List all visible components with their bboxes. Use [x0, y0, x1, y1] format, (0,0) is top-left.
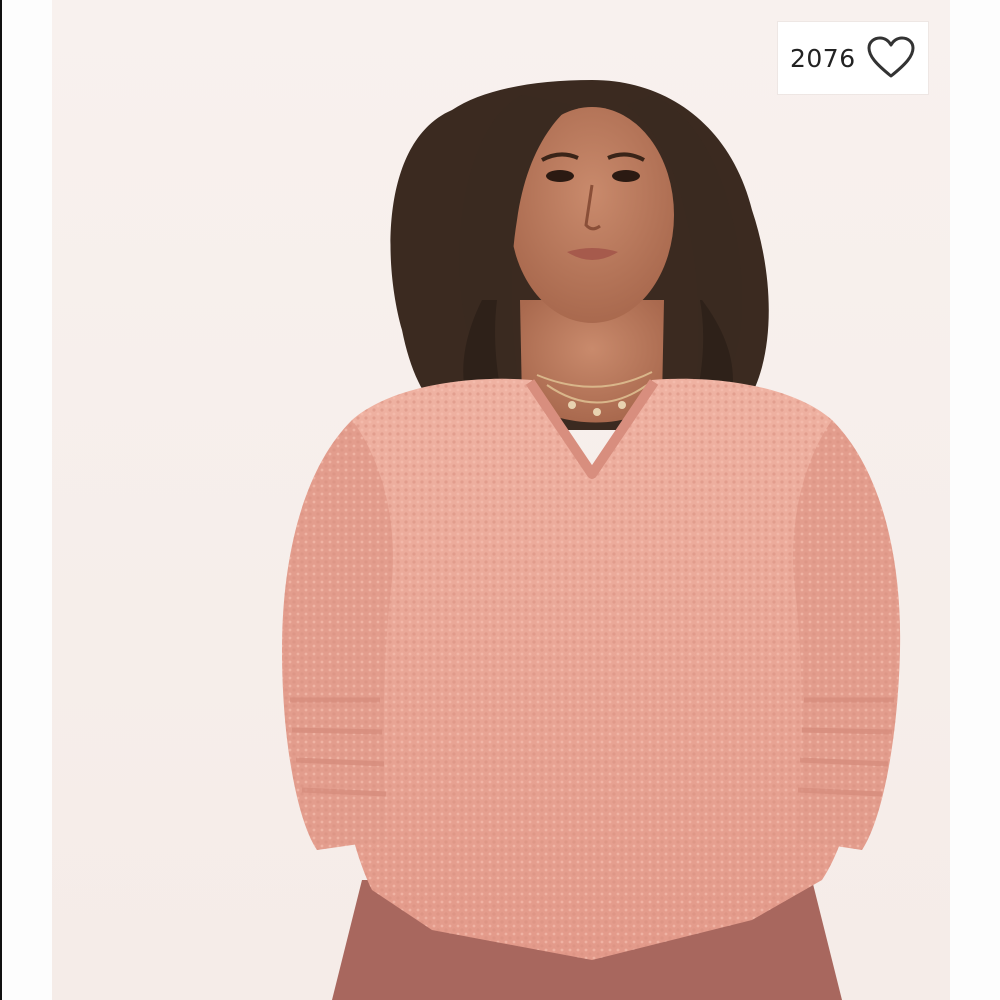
model-illustration [282, 80, 901, 1000]
listing-photo-frame: 2076 [0, 0, 1000, 1000]
left-gutter [0, 0, 53, 1000]
like-count: 2076 [790, 43, 856, 73]
heart-outline-icon[interactable] [866, 36, 916, 80]
like-badge[interactable]: 2076 [778, 22, 928, 94]
product-photo[interactable] [52, 0, 950, 1000]
right-gutter [949, 0, 1000, 1000]
